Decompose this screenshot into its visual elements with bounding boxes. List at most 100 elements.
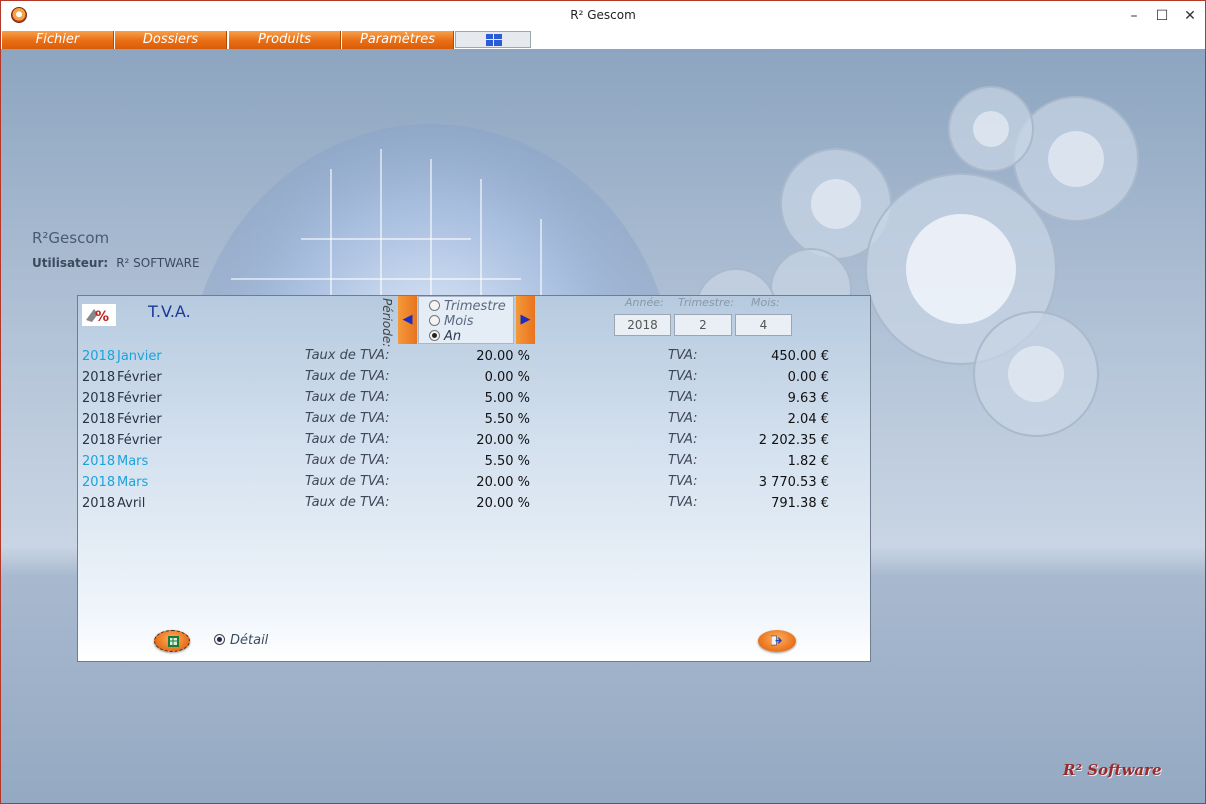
taux-label: Taux de TVA: (305, 411, 390, 426)
row-taux: 5.50 % (484, 454, 530, 469)
table-row[interactable]: 2018 Avril Taux de TVA: 20.00 % TVA: 791.38 € (78, 493, 872, 514)
radio-selected-icon (429, 330, 440, 341)
title-bar[interactable]: R² Gescom – ☐ ✕ (1, 1, 1205, 31)
row-taux: 20.00 % (476, 433, 530, 448)
taux-label: Taux de TVA: (305, 348, 390, 363)
row-taux: 5.50 % (484, 412, 530, 427)
tva-label: TVA: (668, 453, 698, 468)
row-year: 2018 (82, 454, 116, 469)
row-month: Février (117, 433, 162, 448)
row-month: Mars (117, 454, 149, 469)
radio-icon (429, 300, 440, 311)
svg-text:%: % (95, 309, 109, 325)
menu-dossiers[interactable]: Dossiers (115, 31, 227, 49)
row-tva-amount: 3 770.53 € (758, 475, 829, 490)
taux-label: Taux de TVA: (305, 453, 390, 468)
radio-icon (429, 315, 440, 326)
tva-label: TVA: (668, 432, 698, 447)
desktop-user-info: Utilisateur: R² SOFTWARE (32, 256, 200, 270)
row-month: Avril (117, 496, 146, 511)
row-month: Février (117, 391, 162, 406)
menu-fichier[interactable]: Fichier (2, 31, 114, 49)
table-row[interactable]: 2018 Février Taux de TVA: 5.50 % TVA: 2.04 € (78, 409, 872, 430)
periode-label: Période: (380, 298, 394, 348)
row-taux: 20.00 % (476, 475, 530, 490)
row-year: 2018 (82, 496, 116, 511)
taux-label: Taux de TVA: (305, 432, 390, 447)
table-row[interactable]: 2018 Février Taux de TVA: 0.00 % TVA: 0.00 € (78, 367, 872, 388)
spreadsheet-icon (168, 636, 179, 647)
minimize-button[interactable]: – (1123, 5, 1145, 27)
row-month: Mars (117, 475, 149, 490)
row-taux: 5.00 % (484, 391, 530, 406)
row-year: 2018 (82, 412, 116, 427)
detail-label: Détail (230, 633, 269, 648)
window-title: R² Gescom (570, 8, 636, 22)
table-row[interactable]: 2018 Février Taux de TVA: 20.00 % TVA: 2 202.… (78, 430, 872, 451)
mois-label: Mois: (751, 296, 780, 309)
row-year: 2018 (82, 475, 116, 490)
row-tva-amount: 2 202.35 € (758, 433, 829, 448)
detail-radio[interactable]: Détail (214, 633, 268, 648)
period-selector: Trimestre Mois An (418, 296, 514, 344)
panel-title: T.V.A. (148, 302, 191, 321)
row-month: Janvier (117, 349, 162, 364)
user-value: R² SOFTWARE (116, 256, 200, 270)
taux-label: Taux de TVA: (305, 390, 390, 405)
row-tva-amount: 1.82 € (787, 454, 829, 469)
tva-label: TVA: (668, 411, 698, 426)
row-tva-amount: 2.04 € (787, 412, 829, 427)
exit-door-icon (771, 635, 782, 646)
taux-label: Taux de TVA: (305, 474, 390, 489)
tva-label: TVA: (668, 369, 698, 384)
annee-label: Année: (625, 296, 664, 309)
row-year: 2018 (82, 391, 116, 406)
tva-label: TVA: (668, 474, 698, 489)
period-option-trimestre[interactable]: Trimestre (429, 299, 506, 314)
row-year: 2018 (82, 349, 116, 364)
row-tva-amount: 791.38 € (771, 496, 829, 511)
row-tva-amount: 0.00 € (787, 370, 829, 385)
annee-field[interactable]: 2018 (614, 314, 671, 336)
trimestre-label: Trimestre: (678, 296, 734, 309)
row-month: Février (117, 412, 162, 427)
table-row[interactable]: 2018 Mars Taux de TVA: 20.00 % TVA: 3 770.53 … (78, 472, 872, 493)
radio-selected-icon (214, 634, 225, 645)
windows-icon (486, 34, 502, 46)
window-switcher-button[interactable] (455, 31, 531, 48)
row-tva-amount: 9.63 € (787, 391, 829, 406)
mois-field[interactable]: 4 (735, 314, 792, 336)
tva-label: TVA: (668, 348, 698, 363)
period-option-an[interactable]: An (429, 329, 461, 344)
maximize-button[interactable]: ☐ (1151, 5, 1173, 27)
brand-logo: R² Software (1063, 761, 1162, 779)
row-tva-amount: 450.00 € (771, 349, 829, 364)
tva-label: TVA: (668, 390, 698, 405)
menu-produits[interactable]: Produits (229, 31, 341, 49)
user-label: Utilisateur: (32, 256, 109, 270)
row-taux: 0.00 % (484, 370, 530, 385)
period-option-mois[interactable]: Mois (429, 314, 474, 329)
desktop-app-name: R²Gescom (32, 229, 110, 247)
previous-period-button[interactable]: ◀ (398, 296, 417, 344)
table-row[interactable]: 2018 Mars Taux de TVA: 5.50 % TVA: 1.82 € (78, 451, 872, 472)
row-taux: 20.00 % (476, 349, 530, 364)
row-year: 2018 (82, 370, 116, 385)
tva-panel: % T.V.A. Période: ◀ Trimestre Mois An ▶ … (77, 295, 871, 662)
close-button[interactable]: ✕ (1179, 5, 1201, 27)
row-year: 2018 (82, 433, 116, 448)
app-window: R² Gescom – ☐ ✕ Fichier Dossiers Produit… (0, 0, 1206, 804)
exit-button[interactable] (758, 630, 796, 652)
next-period-button[interactable]: ▶ (516, 296, 535, 344)
row-taux: 20.00 % (476, 496, 530, 511)
tva-label: TVA: (668, 495, 698, 510)
trimestre-field[interactable]: 2 (674, 314, 732, 336)
export-excel-button[interactable] (154, 630, 190, 652)
taux-label: Taux de TVA: (305, 369, 390, 384)
taux-label: Taux de TVA: (305, 495, 390, 510)
table-row[interactable]: 2018 Janvier Taux de TVA: 20.00 % TVA: 450.00… (78, 346, 872, 367)
row-month: Février (117, 370, 162, 385)
table-row[interactable]: 2018 Février Taux de TVA: 5.00 % TVA: 9.63 € (78, 388, 872, 409)
menu-parametres[interactable]: Paramètres (342, 31, 454, 49)
tva-percent-icon: % (82, 304, 116, 326)
